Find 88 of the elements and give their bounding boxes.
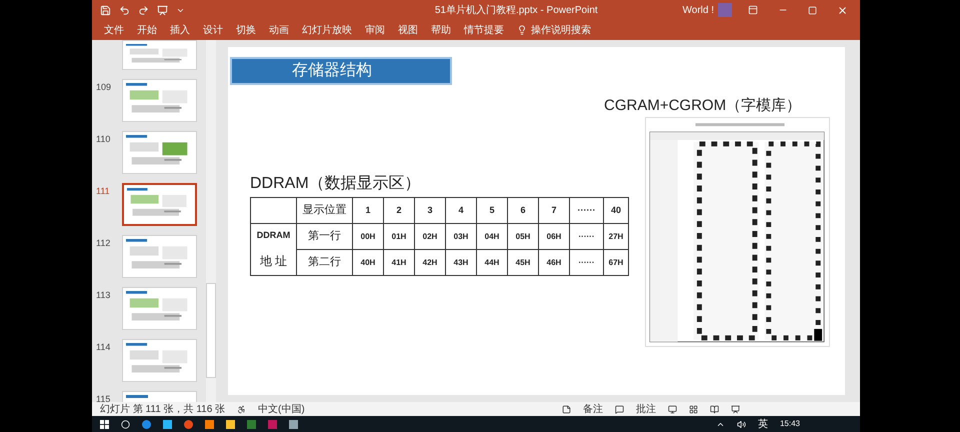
grid-view-icon[interactable]	[689, 404, 698, 414]
lightbulb-icon	[517, 25, 527, 35]
ddram-heading: DDRAM（数据显示区）	[250, 174, 421, 194]
clock[interactable]: 15:43	[780, 418, 800, 430]
search-icon[interactable]	[121, 420, 130, 428]
notes-icon[interactable]	[562, 404, 571, 414]
close-icon[interactable]	[837, 4, 848, 16]
presentation-icon[interactable]	[157, 4, 168, 16]
windows-icon[interactable]	[100, 420, 109, 428]
ribbon-tab[interactable]: 帮助	[431, 22, 451, 38]
ribbon-tab[interactable]: 视图	[398, 22, 418, 38]
table-cell: 46H	[538, 250, 570, 276]
ribbon-tab[interactable]: 审阅	[365, 22, 385, 38]
ribbon-tab[interactable]: 情节提要	[464, 22, 504, 38]
scrollbar[interactable]	[206, 40, 216, 402]
table-cell: 43H	[446, 250, 476, 276]
row-group-label: DDRAM	[256, 229, 290, 242]
table-cell: 40	[604, 198, 628, 224]
table-cell: 42H	[414, 250, 446, 276]
volume-icon[interactable]	[736, 420, 746, 428]
table-cell: 4	[446, 198, 476, 224]
ribbon-tab[interactable]: 设计	[203, 22, 223, 38]
table-cell: 6	[508, 198, 538, 224]
table-cell: 5	[476, 198, 508, 224]
slide-number: 111	[96, 186, 110, 196]
ribbon-tab[interactable]: 幻灯片放映	[302, 22, 352, 38]
ribbon-tab[interactable]: 动画	[269, 22, 289, 38]
table-cell: 02H	[414, 224, 446, 250]
app-icon[interactable]	[142, 420, 151, 428]
app-icon[interactable]	[226, 420, 235, 428]
redo-icon[interactable]	[138, 4, 149, 16]
app-icon[interactable]	[205, 420, 214, 428]
table-cell: 04H	[476, 224, 508, 250]
slide-number: 112	[96, 238, 110, 248]
search-field[interactable]: 操作说明搜索	[531, 22, 591, 38]
reading-view-icon[interactable]	[710, 404, 719, 414]
slide-number: 114	[96, 342, 110, 352]
comments-button[interactable]: 批注	[636, 402, 656, 416]
table-cell: ······	[570, 198, 604, 224]
table-cell: 67H	[604, 250, 628, 276]
notes-button[interactable]: 备注	[583, 402, 603, 416]
slide-count: 幻灯片 第 111 张，共 116 张	[100, 402, 226, 416]
table-cell: 显示位置	[296, 198, 352, 224]
table-cell: 05H	[508, 224, 538, 250]
undo-icon[interactable]	[119, 4, 130, 16]
table-cell: 01H	[384, 224, 414, 250]
slide-number: 113	[96, 290, 110, 300]
table-cell: 27H	[604, 224, 628, 250]
app-icon[interactable]	[163, 420, 172, 428]
user-name[interactable]: World !	[682, 2, 714, 18]
table-cell: 44H	[476, 250, 508, 276]
table-cell: 06H	[538, 224, 570, 250]
ribbon-tab[interactable]: 切换	[236, 22, 256, 38]
ribbon-display-icon[interactable]	[748, 5, 758, 15]
row-group-label: 地 址	[260, 252, 288, 270]
table-cell: 40H	[352, 250, 384, 276]
table-cell: 00H	[352, 224, 384, 250]
window-title: 51单片机入门教程.pptx - PowerPoint	[434, 4, 599, 18]
table-cell: 41H	[384, 250, 414, 276]
slide-number: 109	[96, 82, 112, 92]
slide-thumbnail[interactable]	[122, 183, 197, 226]
normal-view-icon[interactable]	[668, 404, 677, 414]
table-cell: 第二行	[296, 250, 352, 276]
table-cell: 7	[538, 198, 570, 224]
table-cell: 1	[352, 198, 384, 224]
table-cell: 第一行	[296, 224, 352, 250]
input-method[interactable]: 英	[758, 416, 768, 432]
table-cell: 3	[414, 198, 446, 224]
app-icon[interactable]	[184, 420, 193, 428]
ribbon-tab[interactable]: 文件	[104, 22, 124, 38]
language-label[interactable]: 中文(中国)	[258, 402, 305, 416]
accessibility-icon[interactable]	[237, 404, 246, 414]
app-icon[interactable]	[289, 420, 298, 428]
ribbon-tab[interactable]: 插入	[170, 22, 190, 38]
slide-title: 存储器结构	[230, 57, 452, 85]
maximize-icon[interactable]	[808, 6, 817, 14]
cgrom-heading: CGRAM+CGROM（字模库）	[604, 96, 802, 116]
table-cell: ······	[570, 224, 604, 250]
save-icon[interactable]	[100, 4, 111, 16]
table-cell: 2	[384, 198, 414, 224]
table-cell: 03H	[446, 224, 476, 250]
table-cell: 45H	[508, 250, 538, 276]
slide-number: 110	[96, 134, 110, 144]
table-cell: ······	[570, 250, 604, 276]
slide-number: 115	[96, 394, 110, 402]
comment-icon[interactable]	[615, 404, 624, 414]
slideshow-icon[interactable]	[731, 404, 740, 414]
ribbon-tab[interactable]: 开始	[137, 22, 157, 38]
